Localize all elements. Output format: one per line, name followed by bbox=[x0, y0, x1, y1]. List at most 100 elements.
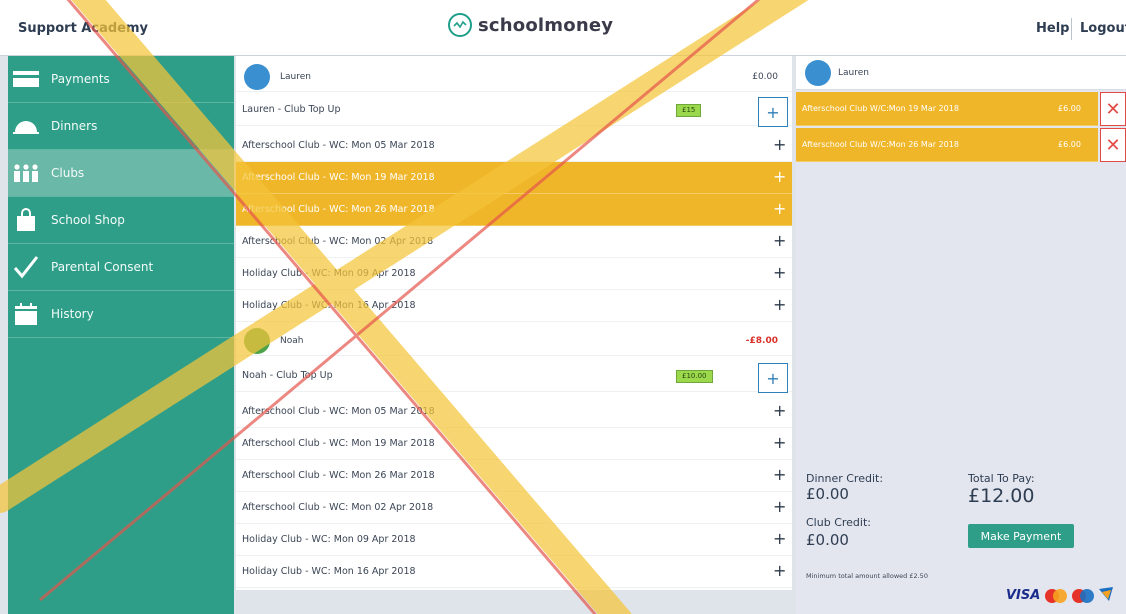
basket-item: Afterschool Club W/C:Mon 19 Mar 2018 £6.… bbox=[796, 92, 1098, 126]
avatar bbox=[805, 60, 831, 86]
club-label: Afterschool Club - WC: Mon 19 Mar 2018 bbox=[242, 438, 435, 449]
child-balance: £0.00 bbox=[752, 72, 778, 82]
club-label: Holiday Club - WC: Mon 16 Apr 2018 bbox=[242, 300, 416, 311]
sidebar-item-school-shop[interactable]: School Shop bbox=[8, 197, 234, 244]
help-link[interactable]: Help bbox=[1036, 21, 1069, 36]
card-brand-icon bbox=[1099, 586, 1114, 605]
logo-text: schoolmoney bbox=[478, 14, 614, 36]
add-topup-button[interactable]: + bbox=[758, 363, 788, 393]
add-button[interactable]: + bbox=[773, 433, 786, 452]
sidebar-item-label: School Shop bbox=[51, 213, 125, 227]
checkmark-icon bbox=[10, 252, 42, 282]
avatar bbox=[244, 328, 270, 354]
list-item[interactable]: Holiday Club - WC: Mon 09 Apr 2018 + bbox=[236, 524, 792, 556]
dinner-credit-label: Dinner Credit: bbox=[806, 472, 884, 485]
list-item[interactable]: Holiday Club - WC: Mon 09 Apr 2018 + bbox=[236, 258, 792, 290]
sidebar-item-dinners[interactable]: Dinners bbox=[8, 103, 234, 150]
make-payment-button[interactable]: Make Payment bbox=[968, 524, 1074, 548]
club-label: Afterschool Club - WC: Mon 05 Mar 2018 bbox=[242, 140, 435, 151]
sidebar: Payments Dinners Clubs School Shop Paren… bbox=[8, 56, 234, 614]
list-item[interactable]: Afterschool Club - WC: Mon 05 Mar 2018 + bbox=[236, 130, 792, 162]
add-button[interactable]: + bbox=[773, 465, 786, 484]
calendar-icon bbox=[10, 299, 42, 329]
add-button[interactable]: + bbox=[773, 561, 786, 580]
club-credit-label: Club Credit: bbox=[806, 516, 871, 529]
schoolmoney-logo[interactable]: schoolmoney bbox=[448, 13, 613, 37]
dinner-credit-value: £0.00 bbox=[806, 485, 849, 503]
child-name: Noah bbox=[280, 336, 304, 346]
mastercard-icon bbox=[1045, 588, 1068, 603]
topup-amount-field[interactable]: £15 bbox=[676, 104, 702, 117]
add-topup-button[interactable]: + bbox=[758, 97, 788, 127]
card-icon bbox=[10, 64, 42, 94]
club-label: Afterschool Club - WC: Mon 26 Mar 2018 bbox=[242, 470, 435, 481]
child-header-lauren: Lauren £0.00 bbox=[236, 60, 792, 92]
remove-item-button[interactable]: ✕ bbox=[1100, 92, 1126, 126]
add-button[interactable]: + bbox=[773, 529, 786, 548]
club-label: Holiday Club - WC: Mon 09 Apr 2018 bbox=[242, 534, 416, 545]
child-balance: -£8.00 bbox=[745, 336, 778, 346]
basket-item-label: Afterschool Club W/C:Mon 26 Mar 2018 bbox=[802, 140, 959, 149]
basket-item-label: Afterschool Club W/C:Mon 19 Mar 2018 bbox=[802, 104, 959, 113]
club-credit-value: £0.00 bbox=[806, 531, 849, 549]
topup-label: Lauren - Club Top Up bbox=[242, 104, 341, 115]
school-name: Support Academy bbox=[18, 21, 148, 36]
add-button[interactable]: + bbox=[773, 401, 786, 420]
header-divider bbox=[1071, 18, 1072, 40]
sidebar-item-history[interactable]: History bbox=[8, 291, 234, 338]
club-label: Afterschool Club - WC: Mon 02 Apr 2018 bbox=[242, 236, 434, 247]
add-button[interactable]: + bbox=[773, 199, 786, 218]
child-header-noah: Noah -£8.00 bbox=[236, 324, 792, 356]
total-label: Total To Pay: bbox=[968, 472, 1035, 485]
add-button[interactable]: + bbox=[773, 295, 786, 314]
list-item[interactable]: Afterschool Club - WC: Mon 02 Apr 2018 + bbox=[236, 226, 792, 258]
child-name: Lauren bbox=[280, 72, 311, 82]
sidebar-item-payments[interactable]: Payments bbox=[8, 56, 234, 103]
sidebar-item-label: Dinners bbox=[51, 119, 98, 133]
top-bar: Support Academy schoolmoney Help Logout bbox=[0, 0, 1126, 56]
clubs-icon bbox=[10, 158, 42, 188]
logo-icon bbox=[448, 13, 472, 37]
list-item[interactable]: Afterschool Club - WC: Mon 05 Mar 2018 + bbox=[236, 396, 792, 428]
club-label: Afterschool Club - WC: Mon 26 Mar 2018 bbox=[242, 204, 435, 215]
add-button[interactable]: + bbox=[773, 497, 786, 516]
list-item[interactable]: Holiday Club - WC: Mon 16 Apr 2018 + bbox=[236, 290, 792, 322]
minimum-amount-note: Minimum total amount allowed £2.50 bbox=[806, 572, 928, 580]
list-item-selected[interactable]: Afterschool Club - WC: Mon 26 Mar 2018 + bbox=[236, 194, 792, 226]
total-value: £12.00 bbox=[968, 485, 1035, 507]
remove-item-button[interactable]: ✕ bbox=[1100, 128, 1126, 162]
club-list: Lauren £0.00 Lauren - Club Top Up £15 + … bbox=[236, 56, 792, 590]
basket-item: Afterschool Club W/C:Mon 26 Mar 2018 £6.… bbox=[796, 128, 1098, 162]
sidebar-item-label: Payments bbox=[51, 72, 110, 86]
sidebar-item-parental-consent[interactable]: Parental Consent bbox=[8, 244, 234, 291]
list-item[interactable]: Afterschool Club - WC: Mon 19 Mar 2018 + bbox=[236, 428, 792, 460]
club-label: Holiday Club - WC: Mon 16 Apr 2018 bbox=[242, 566, 416, 577]
maestro-icon bbox=[1072, 588, 1095, 603]
add-button[interactable]: + bbox=[773, 263, 786, 282]
basket-child-name: Lauren bbox=[838, 68, 869, 78]
shopping-bag-icon bbox=[10, 205, 42, 235]
sidebar-item-clubs[interactable]: Clubs bbox=[8, 150, 234, 197]
add-button[interactable]: + bbox=[773, 135, 786, 154]
basket-panel: Lauren Afterschool Club W/C:Mon 19 Mar 2… bbox=[796, 56, 1126, 614]
topup-row: Noah - Club Top Up £10.00 + bbox=[236, 360, 792, 393]
topup-label: Noah - Club Top Up bbox=[242, 370, 333, 381]
add-button[interactable]: + bbox=[773, 167, 786, 186]
list-item[interactable]: Holiday Club - WC: Mon 16 Apr 2018 + bbox=[236, 556, 792, 588]
basket-child-header: Lauren bbox=[796, 56, 1126, 90]
visa-logo: VISA bbox=[1006, 588, 1041, 603]
sidebar-item-label: Clubs bbox=[51, 166, 85, 180]
logout-link[interactable]: Logout bbox=[1080, 21, 1126, 36]
topup-row: Lauren - Club Top Up £15 + bbox=[236, 94, 792, 127]
topup-amount-field[interactable]: £10.00 bbox=[676, 370, 713, 383]
list-item-selected[interactable]: Afterschool Club - WC: Mon 19 Mar 2018 + bbox=[236, 162, 792, 194]
list-item[interactable]: Afterschool Club - WC: Mon 26 Mar 2018 + bbox=[236, 460, 792, 492]
sidebar-item-label: History bbox=[51, 307, 94, 321]
basket-item-price: £6.00 bbox=[1058, 140, 1081, 149]
list-item[interactable]: Afterschool Club - WC: Mon 02 Apr 2018 + bbox=[236, 492, 792, 524]
sidebar-item-label: Parental Consent bbox=[51, 260, 154, 274]
payment-cards: VISA bbox=[1006, 586, 1114, 605]
club-label: Afterschool Club - WC: Mon 02 Apr 2018 bbox=[242, 502, 434, 513]
add-button[interactable]: + bbox=[773, 231, 786, 250]
dinner-icon bbox=[10, 111, 42, 141]
